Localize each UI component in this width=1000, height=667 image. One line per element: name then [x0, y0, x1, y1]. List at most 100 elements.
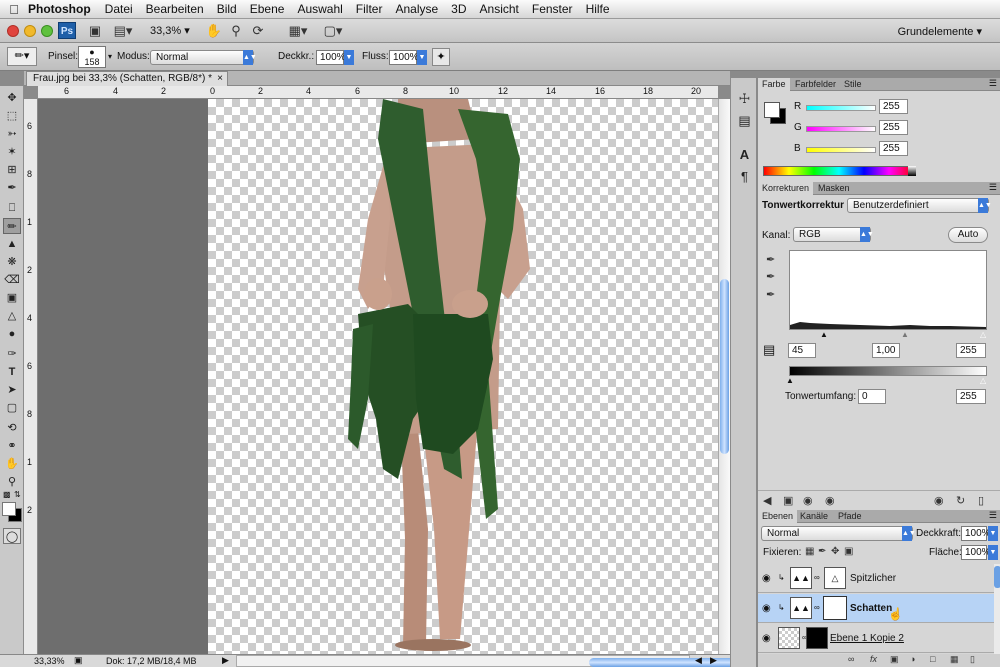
workspace-switcher[interactable]: Grundelemente ▾	[898, 25, 982, 38]
clip-to-layer-icon[interactable]: ◉	[803, 494, 813, 507]
tab-masken[interactable]: Masken	[814, 182, 854, 195]
swap-colors-icon[interactable]: ⇅	[14, 490, 21, 499]
screen-mode-icon[interactable]: ▢▾	[320, 23, 346, 39]
eye-icon[interactable]: ◉	[762, 633, 771, 644]
3d-rotate-icon[interactable]: ⟲	[3, 420, 21, 436]
levels-preset-select[interactable]: Benutzerdefiniert ▲▼	[847, 198, 992, 213]
3d-orbit-icon[interactable]: ⚭	[3, 438, 21, 454]
paint-bucket-icon[interactable]: ▣	[3, 290, 21, 306]
default-colors-icon[interactable]: ▩	[3, 490, 11, 499]
panel-menu-icon[interactable]: ☰	[989, 182, 997, 193]
layer-opacity-input[interactable]: 100%	[961, 526, 991, 541]
character-panel-icon[interactable]: A	[735, 146, 754, 164]
app-menu[interactable]: Photoshop	[28, 2, 91, 16]
brush-picker[interactable]: ● 158	[78, 46, 106, 68]
new-group-icon[interactable]: □	[930, 654, 935, 664]
zoom-tool-icon[interactable]: ⚲	[3, 474, 21, 490]
flow-input[interactable]: 100%	[389, 50, 419, 65]
document-tab[interactable]: Frau.jpg bei 33,3% (Schatten, RGB/8*) * …	[26, 71, 228, 86]
tab-farbe[interactable]: Farbe	[758, 78, 790, 91]
hand-tool-icon[interactable]: ✋	[205, 23, 223, 39]
blue-slider[interactable]	[806, 147, 876, 153]
tab-pfade[interactable]: Pfade	[834, 510, 866, 523]
scroll-left-icon[interactable]: ◀	[695, 655, 702, 666]
input-gamma-value[interactable]: 1,00	[872, 343, 900, 358]
vertical-scrollbar[interactable]	[718, 99, 730, 654]
visibility-toggle-icon[interactable]: ◉	[825, 494, 835, 507]
back-arrow-icon[interactable]: ◀	[763, 494, 771, 507]
shape-tool-icon[interactable]: ▢	[3, 400, 21, 416]
type-tool-icon[interactable]: T	[3, 364, 21, 380]
output-white-slider-icon[interactable]: △	[980, 376, 986, 385]
color-spectrum[interactable]	[763, 166, 915, 176]
blue-value-input[interactable]: 255	[879, 141, 908, 156]
minimize-window-button[interactable]	[24, 25, 36, 37]
history-panel-icon[interactable]: ☩	[735, 90, 754, 108]
tool-preset-picker[interactable]: ✏▾	[7, 47, 37, 66]
auto-button[interactable]: Auto	[948, 227, 988, 243]
close-window-button[interactable]	[7, 25, 19, 37]
eyedropper-tool-icon[interactable]: ✒	[3, 180, 21, 196]
layer-row[interactable]: ◉ ↳ ▲▲ ∞ △ Spitzlicher	[758, 564, 994, 593]
zoom-tool-icon[interactable]: ⚲	[227, 23, 245, 39]
quick-mask-icon[interactable]: ◯	[3, 528, 21, 544]
menu-analyse[interactable]: Analyse	[395, 2, 438, 16]
blend-mode-select[interactable]: Normal ▲▼	[150, 50, 257, 65]
fill-input[interactable]: 100%	[961, 545, 991, 560]
lock-transparency-icon[interactable]: ▦	[805, 546, 814, 557]
menu-auswahl[interactable]: Auswahl	[297, 2, 342, 16]
brush-tool-icon[interactable]: ✏	[3, 218, 21, 234]
scroll-right-icon[interactable]: ▶	[710, 655, 717, 666]
layer-mask-thumb[interactable]	[823, 596, 847, 620]
layer-opacity-dropdown-icon[interactable]: ▼	[988, 526, 998, 541]
status-info-icon[interactable]: ▣	[74, 655, 83, 666]
path-selection-icon[interactable]: ➤	[3, 382, 21, 398]
input-white-slider-icon[interactable]: △	[980, 330, 986, 339]
panel-menu-icon[interactable]: ☰	[989, 510, 997, 521]
view-extras-icon[interactable]: ▤▾	[112, 23, 134, 39]
layer-name[interactable]: Spitzlicher	[850, 573, 896, 584]
menu-datei[interactable]: Datei	[105, 2, 133, 16]
spectrum-bw-strip[interactable]	[908, 166, 916, 176]
close-tab-icon[interactable]: ×	[217, 72, 223, 85]
menu-ansicht[interactable]: Ansicht	[480, 2, 519, 16]
lock-pixels-icon[interactable]: ✒	[818, 546, 826, 557]
white-eyedropper-icon[interactable]: ✒	[766, 288, 775, 301]
move-tool-icon[interactable]: ✥	[3, 90, 21, 106]
status-menu-arrow-icon[interactable]: ▶	[222, 655, 229, 666]
brush-picker-arrow-icon[interactable]: ▾	[108, 52, 112, 61]
eraser-tool-icon[interactable]: ⌫	[3, 272, 21, 288]
fill-dropdown-icon[interactable]: ▼	[988, 545, 998, 560]
blur-tool-icon[interactable]: △	[3, 308, 21, 324]
green-slider[interactable]	[806, 126, 876, 132]
layers-scrollbar[interactable]	[994, 564, 1000, 654]
reset-icon[interactable]: ↻	[956, 494, 965, 507]
delete-layer-icon[interactable]: ▯	[970, 654, 975, 665]
pen-tool-icon[interactable]: ✑	[3, 346, 21, 362]
foreground-swatch[interactable]	[764, 102, 780, 118]
black-eyedropper-icon[interactable]: ✒	[766, 253, 775, 266]
previous-state-icon[interactable]: ◉	[934, 494, 944, 507]
menu-hilfe[interactable]: Hilfe	[586, 2, 610, 16]
layer-blend-mode-select[interactable]: Normal ▲▼	[761, 526, 916, 541]
foreground-color-swatch[interactable]	[2, 502, 16, 516]
output-white-value[interactable]: 255	[956, 389, 986, 404]
zoom-window-button[interactable]	[41, 25, 53, 37]
layer-row[interactable]: ◉ ∞ Ebene 1 Kopie 2	[758, 624, 994, 653]
tab-ebenen[interactable]: Ebenen	[758, 510, 798, 523]
layer-name[interactable]: Schatten	[850, 603, 892, 614]
input-white-value[interactable]: 255	[956, 343, 986, 358]
add-mask-icon[interactable]: ▣	[890, 654, 899, 665]
expand-view-icon[interactable]: ▣	[783, 494, 793, 507]
paragraph-panel-icon[interactable]: ¶	[735, 168, 754, 186]
gray-eyedropper-icon[interactable]: ✒	[766, 270, 775, 283]
new-layer-icon[interactable]: ▦	[950, 654, 959, 665]
magic-wand-icon[interactable]: ✶	[3, 144, 21, 160]
menu-ebene[interactable]: Ebene	[250, 2, 285, 16]
crop-tool-icon[interactable]: ⊞	[3, 162, 21, 178]
input-black-value[interactable]: 45	[788, 343, 816, 358]
rotate-view-icon[interactable]: ⟳	[249, 23, 267, 39]
lasso-tool-icon[interactable]: ➳	[3, 126, 21, 142]
tab-stile[interactable]: Stile	[840, 78, 866, 91]
marquee-tool-icon[interactable]: ⬚	[3, 108, 21, 124]
